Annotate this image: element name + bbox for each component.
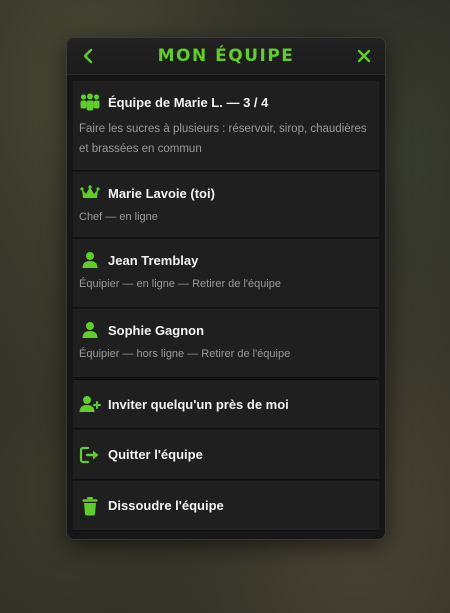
leave-team-button[interactable]: Quitter l'équipe: [73, 430, 379, 480]
person-icon: [79, 319, 101, 341]
member-row-jean[interactable]: Jean Tremblay Équipier — en ligne — Reti…: [73, 239, 379, 308]
invite-button[interactable]: Inviter quelqu'un près de moi: [73, 379, 379, 429]
person-add-icon: [79, 393, 101, 415]
member-status: Équipier — hors ligne — Retirer de l'équ…: [79, 348, 291, 360]
team-info: Équipe de Marie L. — 3 / 4 Faire les suc…: [73, 81, 379, 171]
team-panel: MON ÉQUIPE Équipe de Marie L. — 3 / 4 Fa…: [66, 37, 386, 540]
crown-icon: [79, 182, 101, 204]
close-icon: [357, 49, 371, 63]
page-title: MON ÉQUIPE: [157, 46, 295, 66]
trash-icon: [79, 495, 101, 517]
team-description: Faire les sucres à plusieurs : réservoir…: [79, 123, 367, 155]
disband-label: Dissoudre l'équipe: [108, 498, 224, 513]
back-button[interactable]: [77, 45, 99, 67]
panel-header: MON ÉQUIPE: [67, 38, 385, 75]
team-list: Équipe de Marie L. — 3 / 4 Faire les suc…: [67, 75, 385, 531]
close-button[interactable]: [353, 45, 375, 67]
group-icon: [79, 91, 101, 113]
leave-label: Quitter l'équipe: [108, 447, 203, 462]
member-status: Équipier — en ligne — Retirer de l'équip…: [79, 278, 282, 290]
member-name: Jean Tremblay: [108, 252, 199, 268]
team-title: Équipe de Marie L. — 3 / 4: [108, 94, 269, 110]
disband-team-button[interactable]: Dissoudre l'équipe: [73, 481, 379, 531]
member-status: Chef — en ligne: [79, 211, 158, 223]
person-icon: [79, 249, 101, 271]
member-name: Marie Lavoie (toi): [108, 185, 215, 201]
exit-icon: [79, 444, 101, 466]
member-name: Sophie Gagnon: [108, 322, 205, 338]
chevron-left-icon: [83, 48, 93, 64]
invite-label: Inviter quelqu'un près de moi: [108, 396, 289, 412]
member-row-marie[interactable]: Marie Lavoie (toi) Chef — en ligne: [73, 172, 379, 238]
member-row-sophie[interactable]: Sophie Gagnon Équipier — hors ligne — Re…: [73, 309, 379, 378]
